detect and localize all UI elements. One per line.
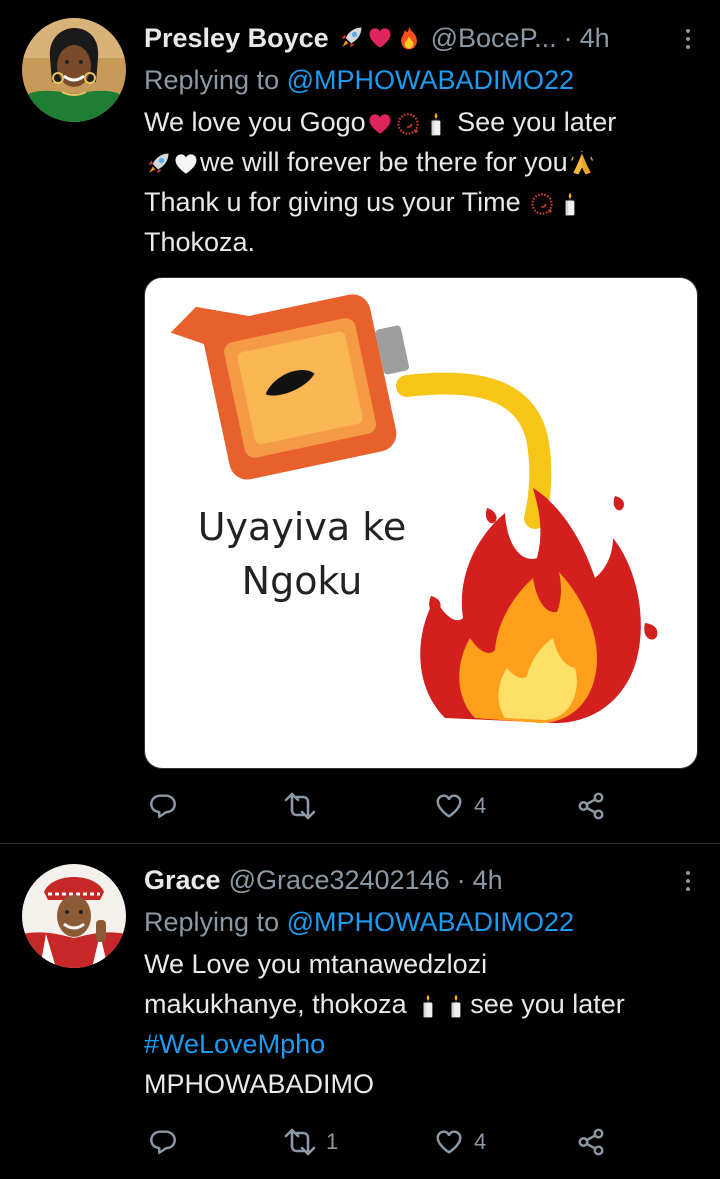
meme-caption-line2: Ngoku bbox=[242, 559, 363, 603]
retweet-count: 1 bbox=[326, 1129, 339, 1154]
tweet-text: We Love you mtanawedzlozi makukhanye, th… bbox=[144, 944, 700, 1104]
timestamp[interactable]: 4h bbox=[473, 865, 503, 896]
more-options-icon[interactable] bbox=[676, 24, 700, 54]
tweet-text-segment: see you later bbox=[470, 989, 625, 1019]
reply-button[interactable] bbox=[148, 786, 188, 826]
fuel-can-fire-meme-image: Uyayiva ke Ngoku bbox=[170, 294, 658, 723]
replying-label: Replying to bbox=[144, 907, 287, 937]
hashtag-link[interactable]: #WeLoveMpho bbox=[144, 1029, 325, 1059]
heart-icon bbox=[434, 791, 464, 821]
tweet-text-segment: we will forever be there for you bbox=[200, 147, 568, 177]
separator-dot: · bbox=[456, 864, 466, 895]
tweet-presley-boyce[interactable]: Presley Boyce @BoceP... · 4h Replying to… bbox=[0, 0, 720, 843]
meme-caption-line1: Uyayiva ke bbox=[198, 505, 407, 549]
separator-dot: · bbox=[563, 22, 573, 53]
handle[interactable]: @Grace32402146 bbox=[229, 865, 450, 896]
mention-link[interactable]: @MPHOWABADIMO22 bbox=[287, 65, 574, 95]
candle-emoji-icon bbox=[414, 992, 442, 1020]
reply-button[interactable] bbox=[148, 1122, 188, 1162]
tweet-text-segment: We Love you mtanawedzlozi bbox=[144, 949, 488, 979]
name-emojis bbox=[337, 24, 423, 52]
display-name[interactable]: Grace bbox=[144, 865, 221, 896]
candle-emoji-icon bbox=[422, 110, 450, 138]
tweet-text: We love you Gogo See you later we will f… bbox=[144, 102, 700, 262]
heart-icon bbox=[434, 1127, 464, 1157]
share-icon bbox=[576, 791, 606, 821]
candle-emoji-icon bbox=[442, 992, 470, 1020]
replying-to: Replying to @MPHOWABADIMO22 bbox=[144, 60, 700, 100]
folded-hands-emoji-icon bbox=[568, 150, 596, 178]
tweet-text-segment: We love you Gogo bbox=[144, 107, 366, 137]
tweet-text-segment: Thokoza. bbox=[144, 227, 256, 257]
tweet-text-segment: makukhanye, thokoza bbox=[144, 989, 407, 1019]
reply-icon bbox=[148, 791, 178, 821]
like-count: 4 bbox=[474, 793, 487, 818]
rocket-emoji-icon bbox=[337, 24, 365, 52]
tweet-grace[interactable]: Grace @Grace32402146 · 4h Replying to @M… bbox=[0, 844, 720, 1179]
handle[interactable]: @BoceP... bbox=[431, 23, 557, 54]
more-options-icon[interactable] bbox=[676, 866, 700, 896]
like-count: 4 bbox=[474, 1129, 487, 1154]
retweet-icon bbox=[284, 1126, 316, 1158]
retweet-button[interactable] bbox=[284, 786, 326, 826]
display-name[interactable]: Presley Boyce bbox=[144, 23, 329, 54]
like-button[interactable]: 4 bbox=[434, 786, 486, 826]
fire-emoji-icon bbox=[395, 24, 423, 52]
tweet-actions: 4 bbox=[144, 786, 614, 826]
avatar[interactable] bbox=[22, 864, 126, 968]
tweet-text-segment: MPHOWABADIMO bbox=[144, 1069, 375, 1099]
share-button[interactable] bbox=[576, 786, 606, 826]
prayer-beads-emoji-icon bbox=[528, 190, 556, 218]
replying-to: Replying to @MPHOWABADIMO22 bbox=[144, 902, 700, 942]
rocket-emoji-icon bbox=[144, 150, 172, 178]
like-button[interactable]: 4 bbox=[434, 1122, 486, 1162]
tweet-text-segment: Thank u for giving us your Time bbox=[144, 187, 521, 217]
mention-link[interactable]: @MPHOWABADIMO22 bbox=[287, 907, 574, 937]
timestamp[interactable]: 4h bbox=[580, 23, 610, 54]
share-icon bbox=[576, 1127, 606, 1157]
white-heart-emoji-icon bbox=[172, 150, 200, 178]
retweet-button[interactable]: 1 bbox=[284, 1122, 338, 1162]
red-heart-emoji-icon bbox=[366, 110, 394, 138]
tweet-actions: 1 4 bbox=[144, 1122, 614, 1162]
tweet-image[interactable]: Uyayiva ke Ngoku bbox=[144, 277, 698, 769]
reply-icon bbox=[148, 1127, 178, 1157]
prayer-beads-emoji-icon bbox=[394, 110, 422, 138]
avatar[interactable] bbox=[22, 18, 126, 122]
tweet-header: Presley Boyce @BoceP... · 4h bbox=[144, 18, 700, 58]
tweet-header: Grace @Grace32402146 · 4h bbox=[144, 860, 700, 900]
red-heart-emoji-icon bbox=[366, 24, 394, 52]
candle-emoji-icon bbox=[556, 190, 584, 218]
tweet-text-segment: See you later bbox=[457, 107, 617, 137]
replying-label: Replying to bbox=[144, 65, 287, 95]
share-button[interactable] bbox=[576, 1122, 606, 1162]
retweet-icon bbox=[284, 790, 316, 822]
